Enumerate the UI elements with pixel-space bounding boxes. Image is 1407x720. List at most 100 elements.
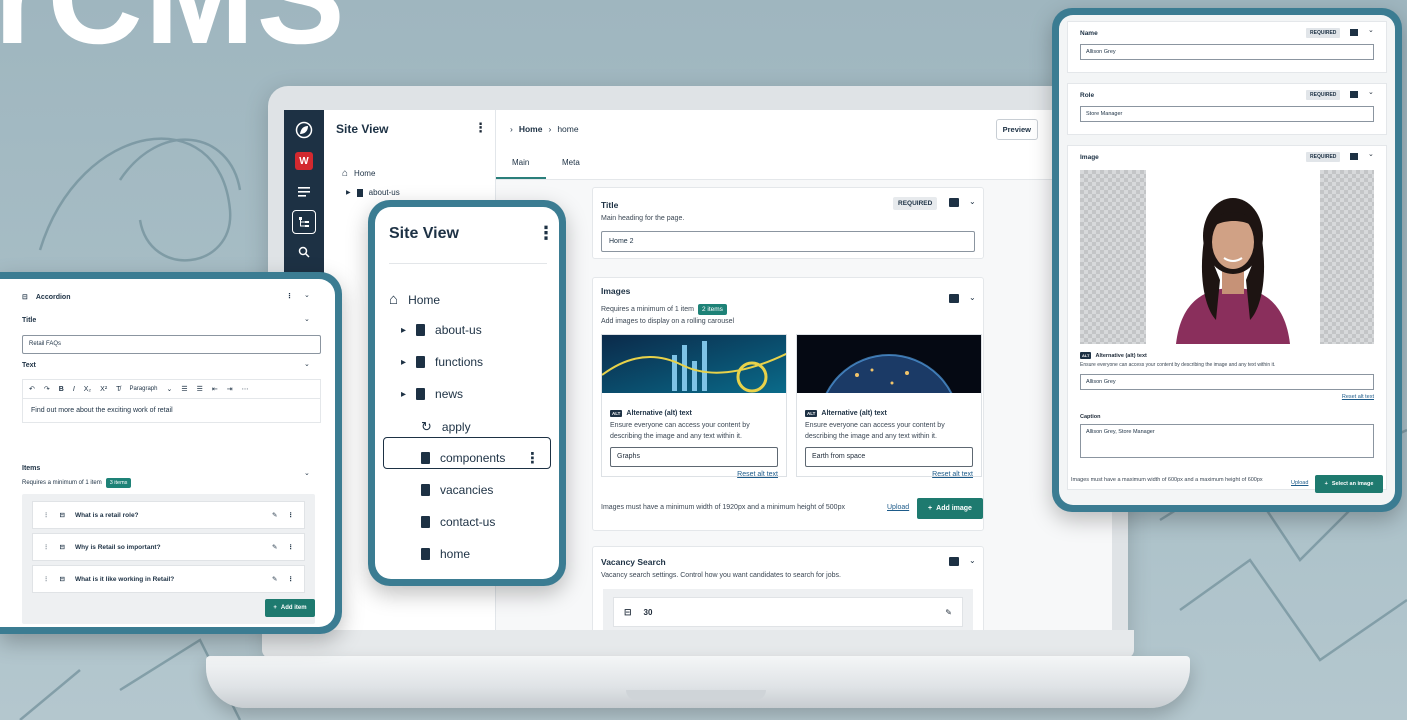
accordion-item[interactable]: ⋮ ⊟ Why is Retail so important? ✎ ⋮ xyxy=(32,533,305,561)
image-preview[interactable] xyxy=(1080,170,1374,344)
superscript-icon[interactable]: X² xyxy=(100,386,107,393)
chevron-down-icon[interactable]: ⌄ xyxy=(304,315,310,323)
tree-item-home[interactable]: ⌂ Home xyxy=(342,168,375,179)
add-item-button[interactable]: + Add item xyxy=(265,599,315,617)
phone-tree-item[interactable]: ▸ news xyxy=(401,387,463,401)
drag-handle-icon[interactable]: ⋮ xyxy=(43,575,50,583)
upload-link[interactable]: Upload xyxy=(1291,480,1308,486)
pencil-icon[interactable]: ✎ xyxy=(272,575,277,583)
chevron-down-icon[interactable]: ⌄ xyxy=(969,556,976,565)
reset-alt-link[interactable]: Reset alt text xyxy=(797,467,981,478)
breadcrumb-home[interactable]: Home xyxy=(519,124,543,134)
pencil-icon[interactable]: ✎ xyxy=(945,608,952,617)
title-input[interactable]: Home 2 xyxy=(601,231,975,252)
kebab-icon[interactable]: ⋮ xyxy=(537,223,555,244)
chevron-down-icon[interactable]: ⌄ xyxy=(969,293,976,302)
tree-item-about-us[interactable]: ▶ about-us xyxy=(346,188,400,197)
accordion-item[interactable]: ⋮ ⊟ What is it like working in Retail? ✎… xyxy=(32,565,305,593)
caret-right-icon[interactable]: ▸ xyxy=(401,325,406,336)
reset-alt-link[interactable]: Reset alt text xyxy=(1342,394,1374,400)
more-icon[interactable]: ⋯ xyxy=(242,385,249,393)
comment-icon[interactable] xyxy=(1350,91,1358,98)
phone-tree-item[interactable]: home xyxy=(401,547,470,561)
image-tile-graphs[interactable]: ALT Alternative (alt) text Ensure everyo… xyxy=(601,334,789,478)
caret-right-icon[interactable]: ▸ xyxy=(401,389,406,400)
chevron-down-icon[interactable]: ⌄ xyxy=(304,291,310,299)
tree-item-label: about-us xyxy=(368,188,400,197)
bold-icon[interactable]: B xyxy=(59,386,64,393)
phone-tree-item[interactable]: ↻ apply xyxy=(401,419,471,435)
comment-icon[interactable] xyxy=(949,198,959,207)
drag-handle-icon[interactable]: ⋮ xyxy=(43,543,50,551)
alt-text-input[interactable]: Graphs xyxy=(610,446,778,467)
phone-tree-item[interactable]: ▸ functions xyxy=(401,355,483,369)
chevron-right-icon: › xyxy=(548,124,552,134)
italic-icon[interactable]: I xyxy=(73,386,75,393)
caret-right-icon[interactable]: ▸ xyxy=(401,357,406,368)
phone-tree-item[interactable]: ▸ about-us xyxy=(401,323,482,337)
images-card-heading: Images xyxy=(601,286,631,296)
phone-tree-item[interactable]: contact-us xyxy=(401,515,495,529)
chevron-down-icon[interactable]: ⌄ xyxy=(304,469,310,477)
numbered-list-icon[interactable]: ☰ xyxy=(197,385,203,393)
add-image-button[interactable]: + Add image xyxy=(917,498,983,519)
chevron-down-icon[interactable]: ⌄ xyxy=(166,385,172,393)
chevron-down-icon[interactable]: ⌄ xyxy=(1368,88,1374,96)
clear-format-icon[interactable]: T̸ xyxy=(116,386,120,393)
alt-text-input[interactable]: Allison Grey xyxy=(1080,374,1374,390)
phone-tree-item[interactable]: vacancies xyxy=(401,483,493,497)
list-icon[interactable] xyxy=(292,180,316,204)
tab-main[interactable]: Main xyxy=(512,158,529,167)
drag-handle-icon[interactable]: ⋮ xyxy=(43,511,50,519)
select-image-button[interactable]: + Select an image xyxy=(1315,475,1383,493)
image-tile-earth[interactable]: ALT Alternative (alt) text Ensure everyo… xyxy=(796,334,983,496)
accordion-item-label: Why is Retail so important? xyxy=(74,543,161,551)
preview-button[interactable]: Preview xyxy=(995,119,1038,140)
tree-icon[interactable] xyxy=(292,210,316,234)
reset-alt-link[interactable]: Reset alt text xyxy=(602,467,786,478)
paragraph-select[interactable]: Paragraph xyxy=(129,386,157,392)
caption-textarea[interactable]: Allison Grey, Store Manager xyxy=(1080,424,1374,458)
indent-icon[interactable]: ⇥ xyxy=(227,385,233,393)
comment-icon[interactable] xyxy=(1350,153,1358,160)
name-input[interactable]: Allison Grey xyxy=(1080,44,1374,60)
redo-icon[interactable]: ↷ xyxy=(44,385,50,393)
phone-tree-item[interactable]: ⌂ Home xyxy=(389,291,440,308)
alt-text-input[interactable]: Earth from space xyxy=(805,446,973,467)
subscript-icon[interactable]: X₂ xyxy=(84,386,91,393)
search-icon[interactable] xyxy=(292,240,316,264)
accordion-item[interactable]: ⋮ ⊟ What is a retail role? ✎ ⋮ xyxy=(32,501,305,529)
chevron-down-icon[interactable]: ⌄ xyxy=(304,360,310,368)
role-input[interactable]: Store Manager xyxy=(1080,106,1374,122)
upload-link[interactable]: Upload xyxy=(887,504,909,511)
bullet-list-icon[interactable]: ☰ xyxy=(181,385,187,393)
alt-description: Ensure everyone can access your content … xyxy=(1080,362,1276,368)
outdent-icon[interactable]: ⇤ xyxy=(212,385,218,393)
workspace-badge[interactable]: W xyxy=(295,152,313,170)
page-icon xyxy=(416,324,426,336)
phone-tree-item[interactable]: components ⋮ xyxy=(401,450,540,467)
chevron-down-icon[interactable]: ⌄ xyxy=(1368,150,1374,158)
kebab-icon[interactable]: ⋮ xyxy=(474,120,487,136)
vacancy-item[interactable]: ⊟ 30 ✎ xyxy=(613,597,963,627)
kebab-icon[interactable]: ⋮ xyxy=(288,575,295,583)
comment-icon[interactable] xyxy=(1350,29,1358,36)
accordion-title-input[interactable]: Retail FAQs xyxy=(22,335,321,354)
kebab-icon[interactable]: ⋮ xyxy=(286,292,293,300)
kebab-icon[interactable]: ⋮ xyxy=(288,543,295,551)
tab-meta[interactable]: Meta xyxy=(562,158,580,167)
chevron-down-icon[interactable]: ⌄ xyxy=(1368,26,1374,34)
pencil-icon[interactable]: ✎ xyxy=(272,543,277,551)
undo-icon[interactable]: ↶ xyxy=(29,385,35,393)
images-card: Images Requires a minimum of 1 item 2 ite… xyxy=(592,277,984,531)
leaf-logo-icon[interactable] xyxy=(292,118,316,142)
profile-frame: Name REQUIRED ⌄ Allison Grey Role REQUIR… xyxy=(1052,8,1402,512)
kebab-icon[interactable]: ⋮ xyxy=(288,511,295,519)
comment-icon[interactable] xyxy=(949,294,959,303)
rich-text-editor[interactable]: Find out more about the exciting work of… xyxy=(22,399,321,423)
chevron-down-icon[interactable]: ⌄ xyxy=(969,197,976,206)
name-card: Name REQUIRED ⌄ Allison Grey xyxy=(1067,21,1387,73)
comment-icon[interactable] xyxy=(949,557,959,566)
pencil-icon[interactable]: ✎ xyxy=(272,511,277,519)
kebab-icon[interactable]: ⋮ xyxy=(525,449,540,467)
